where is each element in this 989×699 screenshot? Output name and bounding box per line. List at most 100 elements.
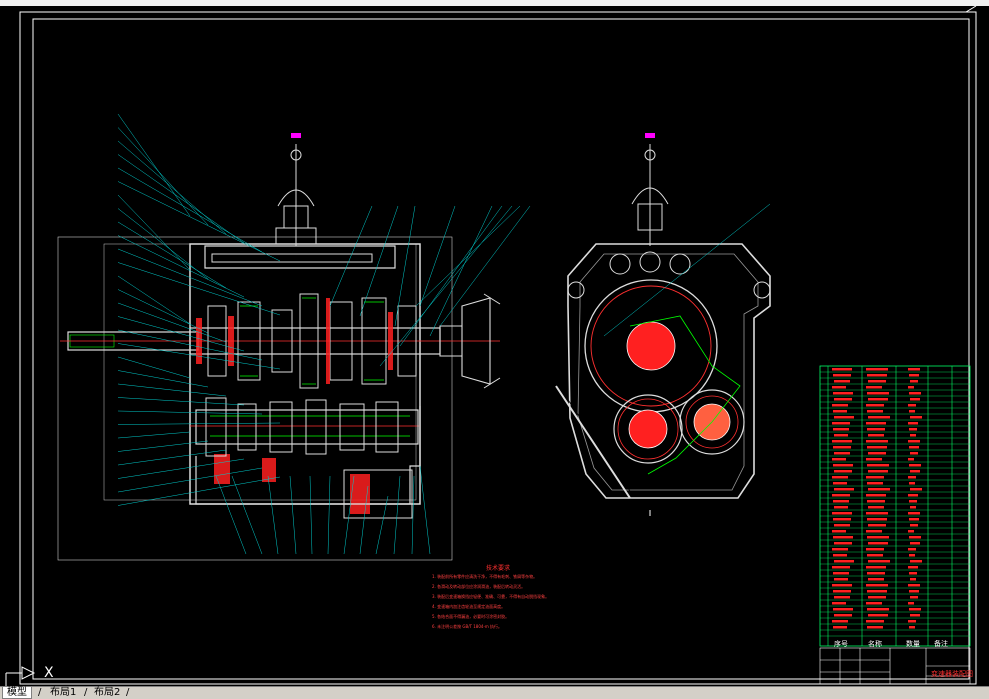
bom-cell-text: [834, 416, 854, 419]
bom-cell-text: [833, 482, 847, 485]
bom-header-cell: 数量: [906, 640, 920, 648]
bom-cell-text: [868, 488, 890, 491]
bom-cell-text: [868, 542, 888, 545]
drawing-canvas[interactable]: X 技术要求 1. 装配前所有零件应清洗干净，不得有毛刺、铁屑等杂物。 2. 各滑…: [0, 6, 989, 689]
leader-line: [329, 205, 373, 307]
bom-cell-text: [908, 566, 918, 569]
leader-line: [399, 205, 503, 347]
bom-cell-text: [867, 392, 889, 395]
bom-cell-text: [867, 572, 885, 575]
bom-cell-text: [910, 596, 918, 599]
bom-cell-text: [908, 602, 914, 605]
countershaft: [195, 409, 419, 445]
leader-line: [309, 475, 313, 555]
bom-table: [819, 365, 971, 647]
tab-separator: /: [38, 687, 42, 698]
leader-line: [117, 221, 227, 289]
bom-cell-text: [908, 440, 920, 443]
leader-line: [117, 154, 245, 244]
bom-cell-text: [867, 500, 885, 503]
bom-cell-text: [832, 494, 850, 497]
tab-separator: /: [84, 687, 88, 698]
leader-line: [343, 475, 355, 555]
bom-cell-text: [910, 452, 918, 455]
shift-lever-tower: [275, 144, 317, 246]
leader-line: [394, 205, 416, 327]
bom-cell-text: [910, 488, 922, 491]
bom-cell-text: [834, 506, 848, 509]
leader-line: [117, 370, 209, 388]
leader-line: [117, 140, 227, 235]
end-shift-tower: [631, 144, 669, 246]
bom-cell-text: [868, 506, 884, 509]
bom-cell-text: [833, 608, 853, 611]
leader-line: [117, 194, 191, 271]
bom-cell-text: [866, 494, 886, 497]
tab-layout1[interactable]: 布局1: [46, 687, 80, 698]
bom-cell-text: [834, 578, 848, 581]
bom-cell-text: [868, 452, 886, 455]
main-section-view: [57, 113, 531, 561]
bom-cell-text: [832, 440, 852, 443]
bom-cell-text: [834, 560, 854, 563]
leader-end-view: [603, 203, 771, 337]
leader-line: [215, 475, 247, 555]
leader-line: [359, 205, 399, 317]
bom-cell-text: [909, 446, 919, 449]
leader-line: [393, 475, 401, 555]
bom-cell-text: [832, 620, 848, 623]
bom-cell-text: [866, 512, 888, 515]
leader-line: [117, 181, 281, 262]
bom-cell-text: [866, 440, 888, 443]
bom-cell-text: [868, 398, 888, 401]
leader-line: [267, 475, 279, 555]
bom-cell-text: [868, 596, 886, 599]
bom-cell-text: [834, 380, 850, 383]
leader-line: [419, 205, 456, 307]
leader-line: [429, 205, 493, 337]
technical-note-line: 2. 各滑动及转动部位应涂润滑油，装配后转动灵活。: [432, 584, 526, 589]
leader-line: [327, 475, 331, 555]
bom-cell-text: [832, 566, 850, 569]
tab-model[interactable]: 模型: [2, 687, 32, 699]
bom-cell-text: [832, 512, 852, 515]
bom-cell-text: [909, 410, 915, 413]
shift-rail-center: [639, 251, 661, 273]
bom-cell-text: [833, 572, 849, 575]
leader-line: [117, 383, 227, 397]
bom-cell-text: [866, 386, 882, 389]
leader-line: [117, 356, 191, 379]
bom-cell-text: [867, 590, 887, 593]
technical-notes-title: 技术要求: [486, 565, 511, 572]
bom-cell-text: [866, 368, 888, 371]
bom-cell-text: [908, 404, 916, 407]
bom-cell-text: [833, 626, 847, 629]
bom-cell-text: [908, 476, 916, 479]
bom-cell-text: [868, 434, 884, 437]
bom-cell-text: [867, 482, 883, 485]
bom-cell-text: [910, 542, 920, 545]
leader-line: [117, 302, 227, 343]
leader-line: [379, 205, 513, 367]
shift-rail-right: [669, 253, 691, 275]
tab-layout2[interactable]: 布局2: [90, 687, 124, 698]
tab-separator: /: [126, 687, 130, 698]
leader-line: [117, 127, 209, 226]
bom-cell-text: [867, 608, 889, 611]
bom-cell-text: [834, 596, 850, 599]
counter-shaft-section: [628, 409, 668, 449]
gear-teeth-marks: [210, 297, 410, 437]
technical-note-line: 4. 变速箱内加注齿轮油至规定油面高度。: [432, 604, 506, 609]
bom-cell-text: [832, 422, 850, 425]
view-boundary: [57, 236, 453, 561]
bom-cell-text: [866, 458, 882, 461]
housing-ear-right: [753, 281, 771, 299]
bom-cell-text: [909, 590, 919, 593]
bom-cell-text: [832, 458, 846, 461]
leader-line: [117, 397, 245, 406]
bom-cell-text: [832, 368, 852, 371]
bom-cell-text: [908, 620, 916, 623]
bom-cell-text: [832, 602, 846, 605]
bom-cell-text: [833, 554, 847, 557]
bom-cell-text: [909, 626, 915, 629]
